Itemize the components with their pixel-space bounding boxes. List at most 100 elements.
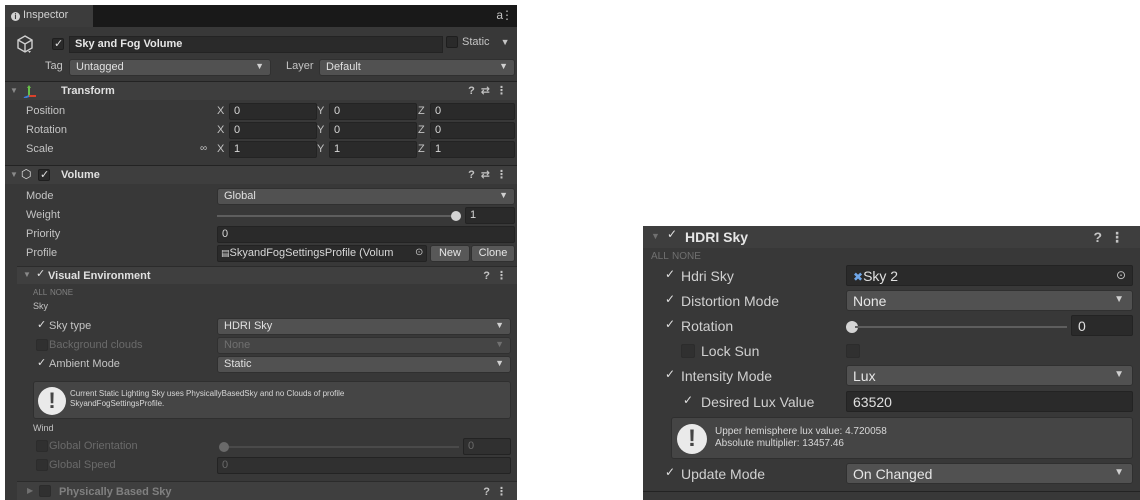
clone-profile-button[interactable]: Clone	[471, 245, 515, 262]
volume-enabled-checkbox[interactable]	[38, 168, 50, 181]
override-none-link[interactable]: NONE	[672, 251, 701, 262]
axis-z-label[interactable]: Z	[418, 124, 425, 136]
global-orientation-field[interactable]: 0	[463, 438, 511, 455]
tag-dropdown[interactable]: Untagged ▼	[69, 59, 271, 76]
axis-z-label[interactable]: Z	[418, 143, 425, 155]
background-clouds-dropdown[interactable]: None ▼	[217, 337, 511, 354]
volume-title: Volume	[61, 169, 100, 181]
object-picker-icon[interactable]: ⊙	[1116, 268, 1126, 282]
physically-based-sky-checkbox[interactable]	[39, 485, 51, 497]
hdri-sky-enabled-checkbox[interactable]	[665, 227, 679, 243]
profile-field[interactable]: ▤SkyandFogSettingsProfile (Volum	[217, 245, 427, 262]
ambient-mode-row: Ambient Mode Static ▼	[5, 355, 517, 374]
static-dropdown-icon[interactable]: ▼	[501, 37, 510, 47]
axis-y-label[interactable]: Y	[317, 143, 324, 155]
axis-x-label[interactable]: X	[217, 143, 224, 155]
object-name-field[interactable]: Sky and Fog Volume	[69, 36, 443, 53]
override-none-link[interactable]: NONE	[50, 288, 73, 297]
override-all-link[interactable]: ALL	[651, 251, 669, 262]
rotation-x-field[interactable]: 0	[229, 122, 317, 139]
rotation-z-field[interactable]: 0	[430, 122, 515, 139]
ambient-mode-dropdown[interactable]: Static ▼	[217, 356, 511, 373]
desired-lux-field[interactable]: 63520	[846, 391, 1133, 412]
constrain-proportions-icon[interactable]: ∞	[200, 143, 207, 154]
scale-y-field[interactable]: 1	[329, 141, 417, 158]
physically-based-sky-header-icons[interactable]: ?⋮	[483, 485, 513, 498]
sky-type-override-checkbox[interactable]	[36, 318, 48, 332]
global-orientation-override-checkbox[interactable]	[36, 440, 48, 452]
transform-title: Transform	[61, 85, 115, 97]
transform-header-icons[interactable]: ?⇄⋮	[468, 84, 513, 97]
ambient-mode-value: Static	[224, 358, 252, 370]
rotation-y-field[interactable]: 0	[329, 122, 417, 139]
rotation-override-checkbox[interactable]	[663, 317, 677, 333]
global-speed-field[interactable]: 0	[217, 457, 511, 474]
weight-slider-knob[interactable]	[451, 211, 461, 221]
hdri-sky-header-icons[interactable]: ?⋮	[1093, 229, 1132, 246]
distortion-mode-override-checkbox[interactable]	[663, 292, 677, 308]
axis-y-label[interactable]: Y	[317, 124, 324, 136]
foldout-arrow-icon[interactable]: ▶	[27, 486, 33, 495]
visual-environment-header-icons[interactable]: ?⋮	[483, 269, 513, 282]
hdri-sky-override-checkbox[interactable]	[663, 267, 677, 283]
distortion-mode-dropdown[interactable]: None ▼	[846, 290, 1133, 311]
axis-y-label[interactable]: Y	[317, 105, 324, 117]
layer-dropdown[interactable]: Default ▼	[319, 59, 515, 76]
visual-environment-checkbox[interactable]	[35, 267, 47, 281]
position-x-field[interactable]: 0	[229, 103, 317, 120]
weight-field[interactable]: 1	[465, 207, 515, 224]
tab-inspector[interactable]: i Inspector	[5, 5, 93, 27]
update-mode-dropdown[interactable]: On Changed ▼	[846, 463, 1133, 484]
axis-z-label[interactable]: Z	[418, 105, 425, 117]
rotation-field[interactable]: 0	[1071, 315, 1133, 336]
intensity-mode-dropdown[interactable]: Lux ▼	[846, 365, 1133, 386]
hdri-sky-object-field[interactable]: ✖Sky 2 ⊙	[846, 265, 1133, 286]
foldout-arrow-icon[interactable]: ▼	[651, 231, 660, 241]
axis-x-label[interactable]: X	[217, 105, 224, 117]
tag-label: Tag	[45, 60, 63, 72]
priority-field[interactable]: 0	[217, 226, 515, 243]
volume-header[interactable]: ▼ ⬡ Volume ?⇄⋮	[5, 165, 517, 184]
foldout-arrow-icon[interactable]: ▼	[10, 170, 18, 179]
mode-dropdown[interactable]: Global ▼	[217, 188, 515, 205]
background-clouds-override-checkbox[interactable]	[36, 339, 48, 351]
static-checkbox[interactable]	[446, 36, 458, 49]
position-z-field[interactable]: 0	[430, 103, 515, 120]
override-all-link[interactable]: ALL	[33, 288, 47, 297]
axis-x-label[interactable]: X	[217, 124, 224, 136]
scale-x-field[interactable]: 1	[229, 141, 317, 158]
kebab-menu-icon[interactable]: ⋮	[501, 8, 513, 22]
lux-info-box: ! Upper hemisphere lux value: 4.720058 A…	[671, 417, 1133, 459]
object-picker-icon[interactable]: ⊙	[415, 247, 423, 258]
lock-sun-row: Lock Sun	[643, 339, 1140, 363]
position-label: Position	[26, 105, 66, 117]
global-orientation-slider-track[interactable]	[223, 446, 459, 448]
lock-sun-label: Lock Sun	[701, 343, 760, 359]
profile-row: Profile ▤SkyandFogSettingsProfile (Volum…	[5, 244, 517, 263]
foldout-arrow-icon[interactable]: ▼	[10, 86, 18, 95]
foldout-arrow-icon[interactable]: ▼	[23, 270, 31, 279]
desired-lux-override-checkbox[interactable]	[681, 393, 695, 409]
object-active-checkbox[interactable]	[52, 37, 64, 50]
weight-slider-track[interactable]	[217, 215, 457, 217]
new-profile-button[interactable]: New	[430, 245, 470, 262]
volume-header-icons[interactable]: ?⇄⋮	[468, 168, 513, 181]
global-speed-label: Global Speed	[49, 459, 116, 471]
lock-sun-override-checkbox[interactable]	[681, 344, 695, 358]
scale-z-field[interactable]: 1	[430, 141, 515, 158]
visual-environment-header[interactable]: ▼ Visual Environment ?⋮	[17, 266, 517, 284]
static-toggle[interactable]: Static ▼	[446, 36, 516, 53]
inspector-tabbar: i Inspector a ⋮	[5, 5, 517, 27]
transform-header[interactable]: ▼ Transform ?⇄⋮	[5, 81, 517, 100]
global-speed-override-checkbox[interactable]	[36, 459, 48, 471]
update-mode-override-checkbox[interactable]	[663, 465, 677, 481]
hdri-sky-header[interactable]: ▼ HDRI Sky ?⋮	[643, 226, 1140, 248]
lock-sun-checkbox[interactable]	[846, 344, 860, 358]
intensity-mode-override-checkbox[interactable]	[663, 367, 677, 383]
sky-type-dropdown[interactable]: HDRI Sky ▼	[217, 318, 511, 335]
rotation-slider-track[interactable]	[855, 326, 1067, 328]
physically-based-sky-header[interactable]: ▶ Physically Based Sky ?⋮	[17, 481, 517, 500]
ambient-mode-override-checkbox[interactable]	[36, 356, 48, 370]
position-y-field[interactable]: 0	[329, 103, 417, 120]
global-orientation-slider-knob[interactable]	[219, 442, 229, 452]
